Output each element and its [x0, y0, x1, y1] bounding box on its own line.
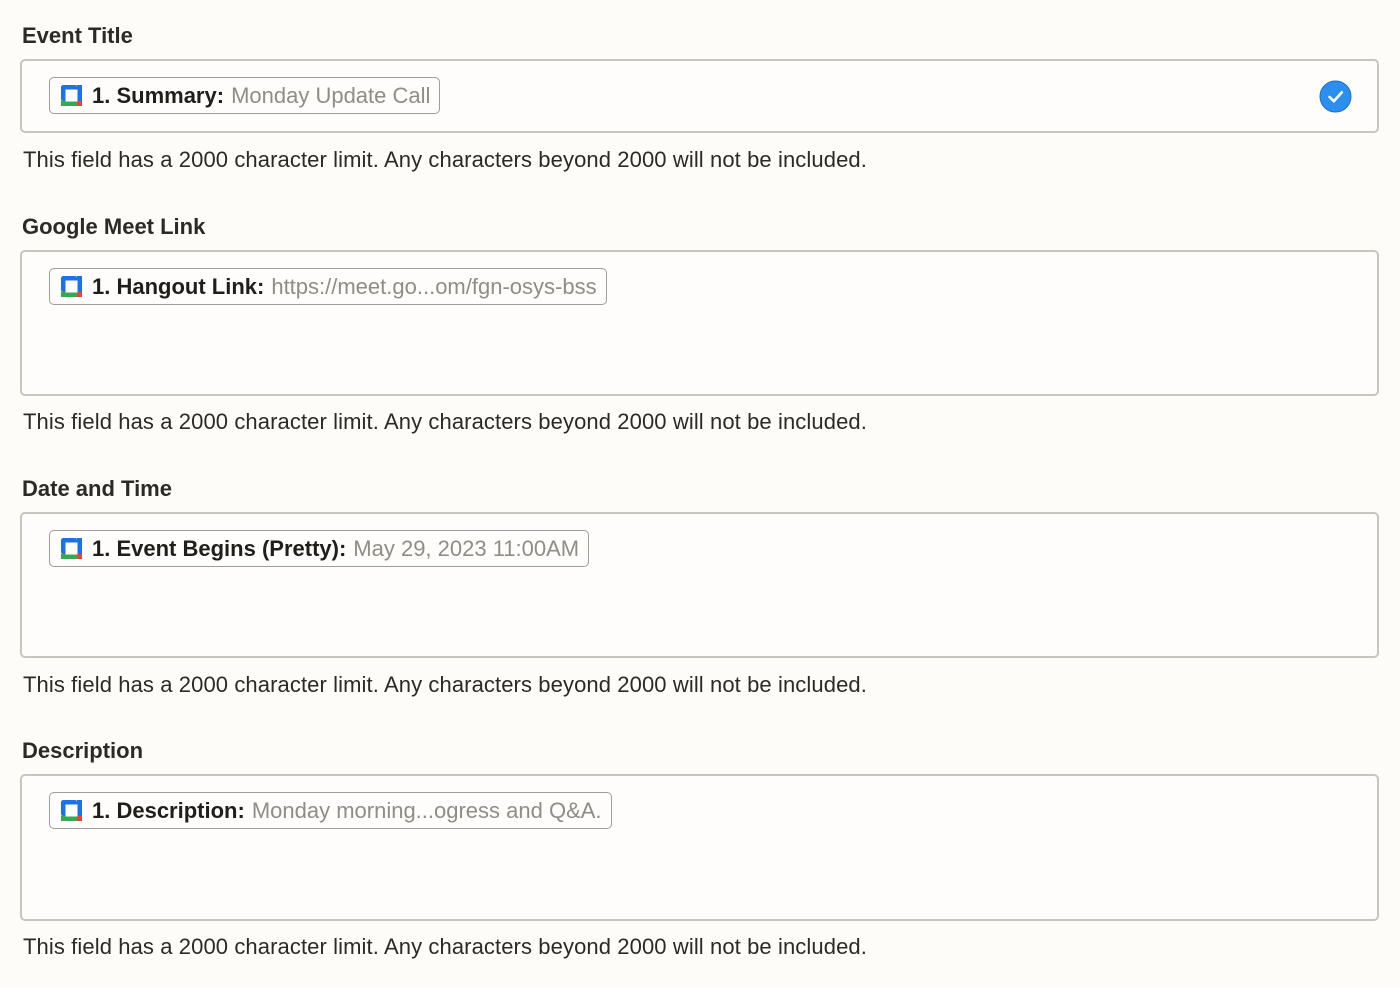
- field-label: Google Meet Link: [22, 214, 206, 239]
- pill-key: 1. Event Begins (Pretty):: [92, 535, 347, 561]
- google-calendar-icon: [61, 800, 82, 821]
- character-limit-hint: This field has a 2000 character limit. A…: [23, 409, 867, 434]
- google-calendar-icon: [61, 538, 82, 559]
- mapped-field-pill[interactable]: 1. Description: Monday morning...ogress …: [49, 792, 612, 829]
- description-input[interactable]: 1. Description: Monday morning...ogress …: [20, 774, 1379, 921]
- google-calendar-icon: [61, 85, 82, 106]
- pill-key: 1. Summary:: [92, 82, 225, 108]
- field-label: Description: [22, 738, 144, 763]
- mapped-field-pill[interactable]: 1. Event Begins (Pretty): May 29, 2023 1…: [49, 530, 590, 567]
- pill-value: Monday Update Call: [231, 82, 431, 108]
- mapped-field-pill[interactable]: 1. Hangout Link: https://meet.go...om/fg…: [49, 268, 607, 305]
- mapped-field-pill[interactable]: 1. Summary: Monday Update Call: [49, 77, 441, 114]
- character-limit-hint: This field has a 2000 character limit. A…: [23, 147, 867, 172]
- pill-key: 1. Description:: [92, 797, 245, 823]
- google-meet-link-input[interactable]: 1. Hangout Link: https://meet.go...om/fg…: [20, 250, 1379, 396]
- field-label: Date and Time: [22, 476, 172, 501]
- date-and-time-input[interactable]: 1. Event Begins (Pretty): May 29, 2023 1…: [20, 512, 1379, 658]
- pill-value: https://meet.go...om/fgn-osys-bss: [271, 273, 597, 299]
- event-title-input[interactable]: 1. Summary: Monday Update Call: [20, 59, 1379, 133]
- pill-value: May 29, 2023 11:00AM: [353, 535, 580, 561]
- pill-value: Monday morning...ogress and Q&A.: [251, 797, 602, 823]
- pill-key: 1. Hangout Link:: [92, 273, 265, 299]
- character-limit-hint: This field has a 2000 character limit. A…: [23, 672, 867, 697]
- field-label: Event Title: [22, 23, 133, 48]
- character-limit-hint: This field has a 2000 character limit. A…: [23, 934, 867, 959]
- check-circle-icon: [1319, 80, 1352, 113]
- google-calendar-icon: [61, 276, 82, 297]
